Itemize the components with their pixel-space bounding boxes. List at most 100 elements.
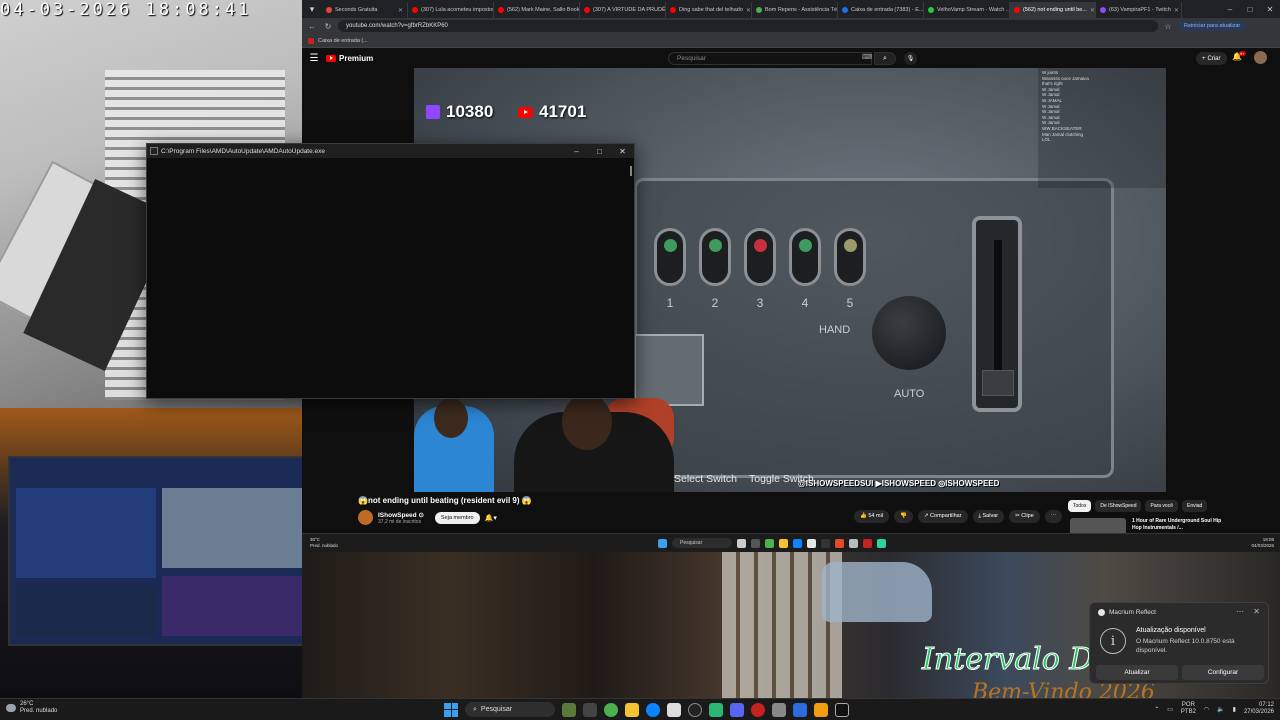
app-icon[interactable] xyxy=(807,538,816,548)
youtube-logo[interactable]: Premium xyxy=(326,54,373,63)
person-right-head xyxy=(562,394,612,450)
filter-chip[interactable]: Todos xyxy=(1068,500,1092,512)
video-action-button[interactable]: ⋯ xyxy=(1044,510,1063,523)
weather-widget[interactable]: 26°C Pred. nublado xyxy=(6,701,57,715)
tab-search-icon[interactable]: ▾ xyxy=(302,0,322,18)
browser-tab[interactable]: (562) Mark Maine, Sallo Book...✕ xyxy=(494,2,580,18)
mic-icon[interactable]: 🎙 xyxy=(904,52,917,65)
network-icon[interactable]: ▭ xyxy=(1167,706,1173,713)
folder-icon[interactable] xyxy=(779,538,788,548)
windows-start-icon[interactable] xyxy=(444,702,458,717)
url-input[interactable]: youtube.com/watch?v=gfbrRZbKKP60 xyxy=(338,20,1158,32)
maximize-icon[interactable]: □ xyxy=(1240,5,1260,14)
remote-search[interactable]: Pesquisar xyxy=(672,538,732,548)
video-action-button[interactable]: 👎 xyxy=(894,510,913,523)
back-icon[interactable]: ← xyxy=(306,22,318,31)
create-button[interactable]: + Criar xyxy=(1196,52,1227,65)
language-indicator[interactable]: POR PTB2 xyxy=(1181,702,1196,716)
vlc-icon[interactable] xyxy=(814,702,828,717)
clock[interactable]: 07:12 27/03/2026 xyxy=(1244,702,1274,716)
app4-icon[interactable] xyxy=(863,538,872,548)
bookmark-star-icon[interactable]: ☆ xyxy=(1162,22,1174,31)
browser-tab[interactable]: (307) Lula acometeu impostor...✕ xyxy=(408,2,494,18)
keyboard-icon[interactable]: ⌨ xyxy=(862,53,872,61)
start-icon[interactable] xyxy=(658,538,667,548)
console-window[interactable]: C:\Program Files\AMD\AutoUpdate\AMDAutoU… xyxy=(146,143,635,399)
taskbar-search[interactable]: ⌕ Pesquisar xyxy=(465,702,555,717)
close-icon[interactable]: ✕ xyxy=(1260,5,1280,14)
menu-icon[interactable]: ☰ xyxy=(302,53,326,64)
console-scrollbar[interactable] xyxy=(630,166,632,176)
tab-favicon-icon xyxy=(1014,7,1020,13)
close-icon[interactable]: ✕ xyxy=(1253,607,1260,616)
app-blue-icon[interactable] xyxy=(793,702,807,717)
browser-tab[interactable]: Seconds Gratuita ✕ xyxy=(322,2,408,18)
bookmark-item[interactable]: Caixa de entrada (... xyxy=(318,38,368,44)
search-button[interactable]: ⌕ xyxy=(874,52,896,65)
minimize-icon[interactable]: – xyxy=(1220,5,1240,14)
task-view-icon[interactable] xyxy=(583,702,597,717)
browser-tab[interactable]: Caixa de entrada (7383) - E...✕ xyxy=(838,2,924,18)
chrome-icon[interactable] xyxy=(765,538,774,548)
chevron-up-icon[interactable]: ⌃ xyxy=(1154,706,1159,713)
reload-icon[interactable]: ↻ xyxy=(322,22,334,31)
obs-icon[interactable] xyxy=(688,702,702,717)
video-action-button[interactable]: ↗ Compartilhar xyxy=(917,510,968,523)
subscribed-bell-icon[interactable]: 🔔▾ xyxy=(485,514,497,522)
video-action-button[interactable]: ✂ Clipe xyxy=(1009,510,1040,523)
update-button[interactable]: Atualizar xyxy=(1096,665,1178,680)
more-options-icon[interactable]: ⋯ xyxy=(1236,607,1244,616)
obs-icon[interactable] xyxy=(821,538,830,548)
tab-close-icon[interactable]: ✕ xyxy=(746,7,751,14)
filter-chip[interactable]: Para você xyxy=(1145,500,1178,512)
tab-close-icon[interactable]: ✕ xyxy=(1174,7,1179,14)
browser-tab[interactable]: VelhoVamp Stream - Watch ...✕ xyxy=(924,2,1010,18)
toast-app-name: Macrium Reflect xyxy=(1109,609,1156,616)
app-green-icon[interactable] xyxy=(709,702,723,717)
browser-tab[interactable]: (562) not ending until be... ✕ xyxy=(1010,2,1096,18)
video-action-button[interactable]: ⤓ Salvar xyxy=(972,510,1005,523)
video-action-button[interactable]: 👍 54 mil xyxy=(854,510,890,523)
maximize-icon[interactable]: □ xyxy=(588,144,611,158)
configure-button[interactable]: Configurar xyxy=(1182,665,1264,680)
tab-close-icon[interactable]: ✕ xyxy=(398,7,403,14)
channel-avatar[interactable] xyxy=(358,510,373,525)
chrome-icon[interactable] xyxy=(604,702,618,717)
tab-close-icon[interactable]: ✕ xyxy=(1090,7,1095,14)
browser-tab[interactable]: Ding sabe that del telhado ✕ xyxy=(666,2,752,18)
terminal-icon[interactable] xyxy=(835,702,849,717)
channel-name[interactable]: IShowSpeed ⊙ xyxy=(378,511,424,519)
join-button[interactable]: Seja membro xyxy=(434,511,480,524)
edge-icon[interactable] xyxy=(793,538,802,548)
restart-update-button[interactable]: Reiniciar para atualizar xyxy=(1178,21,1247,31)
search-input[interactable]: Pesquisar xyxy=(668,52,872,65)
app5-icon[interactable] xyxy=(877,538,886,548)
avatar[interactable] xyxy=(1254,51,1267,64)
edge-icon[interactable] xyxy=(646,702,660,717)
app-red-icon[interactable] xyxy=(751,702,765,717)
battery-icon[interactable]: ▮ xyxy=(1233,706,1236,713)
file-explorer-icon[interactable] xyxy=(625,702,639,717)
tab-label: Seconds Gratuita xyxy=(335,7,378,13)
browser-tab[interactable]: (307) A VIRTUDE DA PRUDÊ...✕ xyxy=(580,2,666,18)
wifi-icon[interactable]: ◠ xyxy=(1204,706,1209,713)
console-titlebar[interactable]: C:\Program Files\AMD\AutoUpdate\AMDAutoU… xyxy=(147,144,634,158)
filter-chip[interactable]: Enviad xyxy=(1182,500,1208,512)
volume-icon[interactable]: 🔈 xyxy=(1217,706,1224,713)
app3-icon[interactable] xyxy=(849,538,858,548)
browser-tab[interactable]: Bom Repens - Assistência Té...✕ xyxy=(752,2,838,18)
browser-tab[interactable]: (63) VampiraPF1 - Twitch ✕ xyxy=(1096,2,1182,18)
tab-label: Caixa de entrada (7383) - E... xyxy=(851,7,924,13)
filter-chip[interactable]: De IShowSpeed xyxy=(1095,500,1142,512)
settings-gear-icon[interactable] xyxy=(772,702,786,717)
widgets-icon[interactable] xyxy=(737,538,746,548)
store-icon[interactable] xyxy=(667,702,681,717)
toast-notification[interactable]: Macrium Reflect ⋯ ✕ i Atualização dispon… xyxy=(1089,602,1269,684)
youtube-play-icon xyxy=(326,54,336,62)
minimize-icon[interactable]: – xyxy=(565,144,588,158)
widgets-icon[interactable] xyxy=(562,702,576,717)
app2-icon[interactable] xyxy=(835,538,844,548)
close-icon[interactable]: ✕ xyxy=(611,144,634,158)
task-view-icon[interactable] xyxy=(751,538,760,548)
discord-icon[interactable] xyxy=(730,702,744,717)
